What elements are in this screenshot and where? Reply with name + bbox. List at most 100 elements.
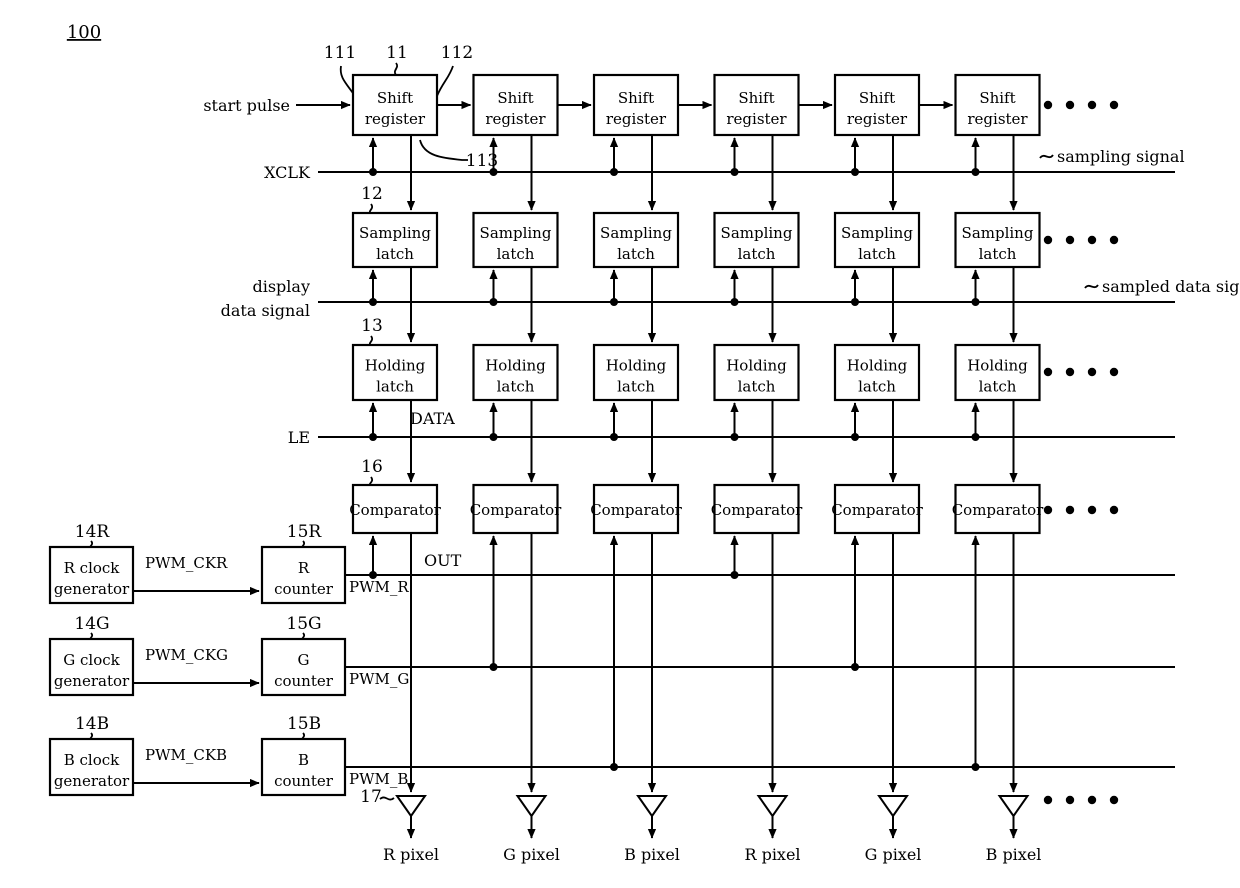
sampled-data-signal-label: sampled data signal bbox=[1102, 277, 1240, 296]
counter-1-line1: G bbox=[298, 651, 310, 669]
holding-latch-5-line2: latch bbox=[979, 378, 1017, 396]
pwm-out-label-1: PWM_G bbox=[349, 670, 409, 688]
clock-generator-0-line2: generator bbox=[54, 580, 130, 598]
shift-register-4: Shift register bbox=[833, 73, 921, 137]
ref-112: 112 bbox=[441, 43, 473, 63]
pixel-label-5: B pixel bbox=[986, 845, 1042, 864]
pixel-label-4: G pixel bbox=[865, 845, 922, 864]
holding-latch-3-line1: Holding bbox=[726, 357, 787, 375]
pixel-label-1: G pixel bbox=[503, 845, 560, 864]
shift-register-3-line1: Shift bbox=[738, 89, 774, 107]
holding-latch-0-line2: latch bbox=[376, 378, 414, 396]
clock-generator-2: B clock generator bbox=[48, 737, 135, 797]
sampling-latch-0-line2: latch bbox=[376, 245, 414, 263]
counter-2: Bcounter bbox=[260, 737, 347, 797]
clock-generator-0: R clock generator bbox=[48, 545, 135, 605]
comparator-4-line1: Comparator bbox=[831, 501, 923, 519]
holding-latch-2-line1: Holding bbox=[606, 357, 667, 375]
sampling-signal-label: sampling signal bbox=[1057, 147, 1185, 166]
shift-register-4-line1: Shift bbox=[859, 89, 895, 107]
holding-latch-4-line1: Holding bbox=[847, 357, 908, 375]
holding-latch-3: Holding latch bbox=[713, 343, 800, 402]
shift-register-3-line2: register bbox=[726, 110, 787, 128]
shift-register-1-line1: Shift bbox=[497, 89, 533, 107]
comparator-0: Comparator bbox=[349, 483, 442, 535]
sampling-latch-3-line2: latch bbox=[738, 245, 776, 263]
shift-register-5: Shift register bbox=[954, 73, 1041, 137]
sampling-latch-5-line2: latch bbox=[979, 245, 1017, 263]
sampling-latch-0: Sampling latch bbox=[351, 211, 439, 269]
sampling-latch-3: Sampling latch bbox=[713, 211, 800, 269]
start-pulse-label: start pulse bbox=[203, 96, 290, 115]
comparator-3: Comparator bbox=[711, 483, 803, 535]
holding-latch-1-line2: latch bbox=[497, 378, 535, 396]
ref-13: 13 bbox=[361, 316, 383, 336]
sampling-latch-1-line2: latch bbox=[497, 245, 535, 263]
pwm-out-label-2: PWM_B bbox=[349, 770, 408, 788]
holding-latch-2-line2: latch bbox=[617, 378, 655, 396]
ref-11: 11 bbox=[386, 43, 408, 63]
ref-gen-0: 14R bbox=[75, 522, 111, 542]
pwm-ck-label-0: PWM_CKR bbox=[145, 554, 228, 572]
shift-register-1-line2: register bbox=[485, 110, 546, 128]
sampling-latch-4: Sampling latch bbox=[833, 211, 921, 269]
sampling-latch-1-line1: Sampling bbox=[480, 224, 552, 242]
shift-register-1: Shift register bbox=[472, 73, 559, 137]
output-buffer-0 bbox=[395, 795, 427, 818]
ellipsis-sampling-latch bbox=[1043, 235, 1119, 245]
clock-generator-1: G clock generator bbox=[48, 637, 135, 697]
comparator-2-line1: Comparator bbox=[590, 501, 682, 519]
diagram-canvas: Shift register Sampling latch Holding latch Co… bbox=[0, 0, 1240, 888]
ellipsis-shift-register bbox=[1043, 100, 1119, 110]
xclk-label: XCLK bbox=[264, 163, 311, 182]
comparator-5: Comparator bbox=[952, 483, 1044, 535]
data-label: DATA bbox=[410, 409, 455, 428]
sampling-latch-1: Sampling latch bbox=[472, 211, 559, 269]
out-label: OUT bbox=[424, 551, 462, 570]
ellipsis-holding-latch bbox=[1043, 367, 1119, 377]
pixel-label-3: R pixel bbox=[744, 845, 800, 864]
shift-register-5-line1: Shift bbox=[979, 89, 1015, 107]
ref-cnt-0: 15R bbox=[287, 522, 323, 542]
comparator-3-line1: Comparator bbox=[711, 501, 803, 519]
pixel-label-0: R pixel bbox=[383, 845, 439, 864]
clock-generator-1-line1: G clock bbox=[63, 651, 120, 669]
holding-latch-5-line1: Holding bbox=[967, 357, 1028, 375]
shift-register-0-line2: register bbox=[365, 110, 426, 128]
counter-0-line1: R bbox=[298, 559, 310, 577]
holding-latch-1-line1: Holding bbox=[485, 357, 546, 375]
comparator-5-line1: Comparator bbox=[952, 501, 1044, 519]
holding-latch-0-line1: Holding bbox=[365, 357, 426, 375]
ref-12: 12 bbox=[361, 184, 383, 204]
sampling-latch-4-line1: Sampling bbox=[841, 224, 913, 242]
clock-generator-2-line2: generator bbox=[54, 772, 130, 790]
display-data-label-line1: display bbox=[252, 277, 310, 296]
holding-latch-4-line2: latch bbox=[858, 378, 896, 396]
clock-generator-0-line1: R clock bbox=[64, 559, 121, 577]
ref-111: 111 bbox=[324, 43, 356, 63]
shift-register-2-line1: Shift bbox=[618, 89, 654, 107]
display-data-label-line2: data signal bbox=[221, 301, 310, 320]
counter-2-line2: counter bbox=[274, 772, 334, 790]
output-buffer-4 bbox=[877, 795, 909, 818]
clock-generator-1-line2: generator bbox=[54, 672, 130, 690]
sampling-latch-0-line1: Sampling bbox=[359, 224, 431, 242]
counter-1: Gcounter bbox=[260, 637, 347, 697]
shift-register-2-line2: register bbox=[606, 110, 667, 128]
holding-latch-1: Holding latch bbox=[472, 343, 559, 402]
block-diagram-svg: Shift register Sampling latch Holding latch Co… bbox=[48, 22, 1240, 864]
le-label: LE bbox=[288, 428, 310, 447]
figure-number: 100 bbox=[67, 22, 101, 43]
ellipsis-buffer bbox=[1043, 795, 1119, 805]
shift-register-3: Shift register bbox=[713, 73, 800, 137]
sampling-latch-3-line1: Sampling bbox=[721, 224, 793, 242]
ref-17: 17 bbox=[360, 787, 382, 807]
shift-register-0-line1: Shift bbox=[377, 89, 413, 107]
pwm-out-label-0: PWM_R bbox=[349, 578, 409, 596]
comparator-2: Comparator bbox=[590, 483, 683, 535]
shift-register-5-line2: register bbox=[967, 110, 1028, 128]
pwm-ck-label-1: PWM_CKG bbox=[145, 646, 228, 664]
sampling-latch-5: Sampling latch bbox=[954, 211, 1041, 269]
ref-cnt-2: 15B bbox=[287, 714, 321, 734]
sampling-latch-2: Sampling latch bbox=[592, 211, 680, 269]
